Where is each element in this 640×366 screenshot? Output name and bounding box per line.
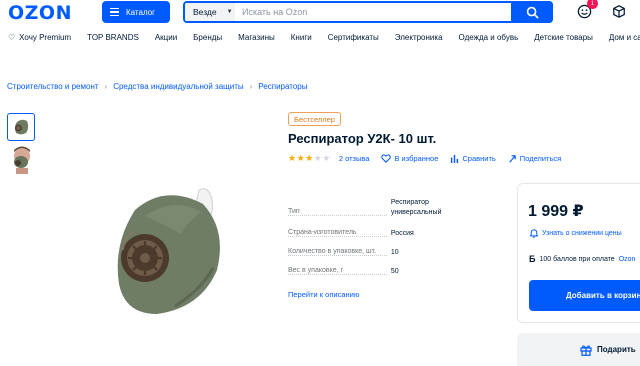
search-input[interactable] (235, 7, 511, 17)
compare-label: Сравнить (462, 154, 496, 163)
bonus-ozon-link[interactable]: Ozon (619, 256, 636, 263)
breadcrumb: Строительство и ремонт › Средства индиви… (7, 82, 307, 91)
nav-item-stores[interactable]: Магазины (238, 33, 275, 42)
add-to-cart-button[interactable]: Добавить в корзину (529, 280, 640, 311)
reviews-count: 2 отзыва (338, 154, 370, 163)
chevron-right-icon: › (249, 82, 253, 91)
notify-label: Узнать о снижении цены (542, 230, 622, 237)
catalog-button[interactable]: Каталог (102, 1, 170, 23)
share-button[interactable]: Поделиться (508, 154, 561, 163)
bonus-info: Б 100 баллов при оплате Ozon (529, 254, 635, 264)
reviews-link[interactable]: 2 отзыва (339, 154, 370, 163)
spec-value: 10 (390, 249, 399, 256)
nav-item-brands[interactable]: Бренды (193, 33, 222, 42)
spec-key: Количество в упаковке, шт. (288, 248, 379, 255)
caret-down-icon: ▼ (226, 9, 233, 15)
compare-icon (451, 154, 459, 163)
share-icon (509, 155, 516, 163)
price: 1 999 ₽ (528, 203, 584, 220)
rating-stars[interactable]: ★★★★★ (288, 153, 331, 164)
breadcrumb-item[interactable]: Средства индивидуальной защиты (113, 82, 243, 91)
add-to-cart-label: Добавить в корзину (566, 291, 640, 300)
chevron-right-icon: › (104, 82, 108, 91)
thumbnail-person-wearing[interactable] (8, 146, 34, 174)
search-bar: Везде ▼ (183, 1, 553, 23)
box-icon (613, 5, 625, 18)
description-link[interactable]: Перейти к описанию (288, 290, 359, 299)
nav-item-certificates[interactable]: Сертификаты (328, 33, 379, 42)
thumbnail-respirator[interactable] (7, 113, 35, 141)
bonus-icon: Б (529, 254, 536, 264)
spec-key: Тип (288, 208, 302, 215)
heart-icon: ♡ (8, 33, 16, 42)
nav-item-promotions[interactable]: Акции (155, 33, 177, 42)
spec-value: 50 (390, 268, 399, 275)
favorite-label: В избранное (394, 154, 439, 163)
bonus-text: 100 баллов при оплате (539, 255, 615, 263)
person-thumbnail-image (14, 146, 30, 174)
spec-row-country: Страна-изготовитель Россия (288, 229, 448, 239)
notification-badge: 1 (587, 0, 598, 9)
respirator-thumbnail-image (14, 119, 29, 135)
search-scope-select[interactable]: Везде ▼ (185, 3, 235, 21)
spec-key: Вес в упаковке, г (288, 267, 346, 274)
product-main-image[interactable] (105, 186, 240, 326)
spec-value: Россия (390, 230, 414, 237)
breadcrumb-item[interactable]: Респираторы (258, 82, 307, 91)
respirator-image (117, 188, 220, 314)
spec-key: Страна-изготовитель (288, 229, 359, 236)
breadcrumb-item[interactable]: Строительство и ремонт (7, 82, 99, 91)
gift-button[interactable]: Подарить (517, 333, 640, 366)
spec-row-weight: Вес в упаковке, г 50 (288, 267, 448, 277)
product-title: Респиратор У2К- 10 шт. (288, 131, 437, 146)
compare-button[interactable]: Сравнить (450, 154, 496, 163)
heart-outline-icon (381, 154, 392, 163)
nav-item-premium[interactable]: Хочу Premium (19, 33, 71, 42)
search-button[interactable] (511, 1, 553, 23)
nav-item-clothing[interactable]: Одежда и обувь (459, 33, 519, 42)
share-label: Поделиться (519, 154, 562, 163)
bell-icon (530, 229, 538, 238)
ozon-logo[interactable]: OZON (8, 2, 72, 24)
spec-row-type: Тип Респиратор универсальный (288, 198, 448, 218)
nav-item-top-brands[interactable]: TOP BRANDS (87, 33, 139, 42)
nav-item-home[interactable]: Дом и сад (609, 33, 640, 42)
search-icon (526, 6, 538, 18)
gift-icon (580, 344, 592, 356)
favorite-button[interactable]: В избранное (381, 154, 438, 163)
bestseller-badge: Бестселлер (288, 112, 341, 126)
search-scope-value: Везде (193, 7, 217, 17)
gift-label: Подарить (597, 345, 636, 354)
menu-icon (110, 8, 119, 16)
spec-value: Респиратор универсальный (390, 199, 442, 216)
rating-row: ★★★★★ 2 отзыва В избранное Сравнить Поде… (288, 153, 573, 164)
spec-row-quantity: Количество в упаковке, шт. 10 (288, 248, 448, 258)
category-nav: ♡ Хочу Premium TOP BRANDS Акции Бренды М… (8, 33, 640, 42)
price-drop-notify-link[interactable]: Узнать о снижении цены (530, 229, 622, 238)
nav-item-kids[interactable]: Детские товары (534, 33, 593, 42)
catalog-label: Каталог (126, 7, 156, 17)
orders-button[interactable] (612, 4, 626, 24)
nav-item-electronics[interactable]: Электроника (395, 33, 443, 42)
nav-item-books[interactable]: Книги (291, 33, 312, 42)
